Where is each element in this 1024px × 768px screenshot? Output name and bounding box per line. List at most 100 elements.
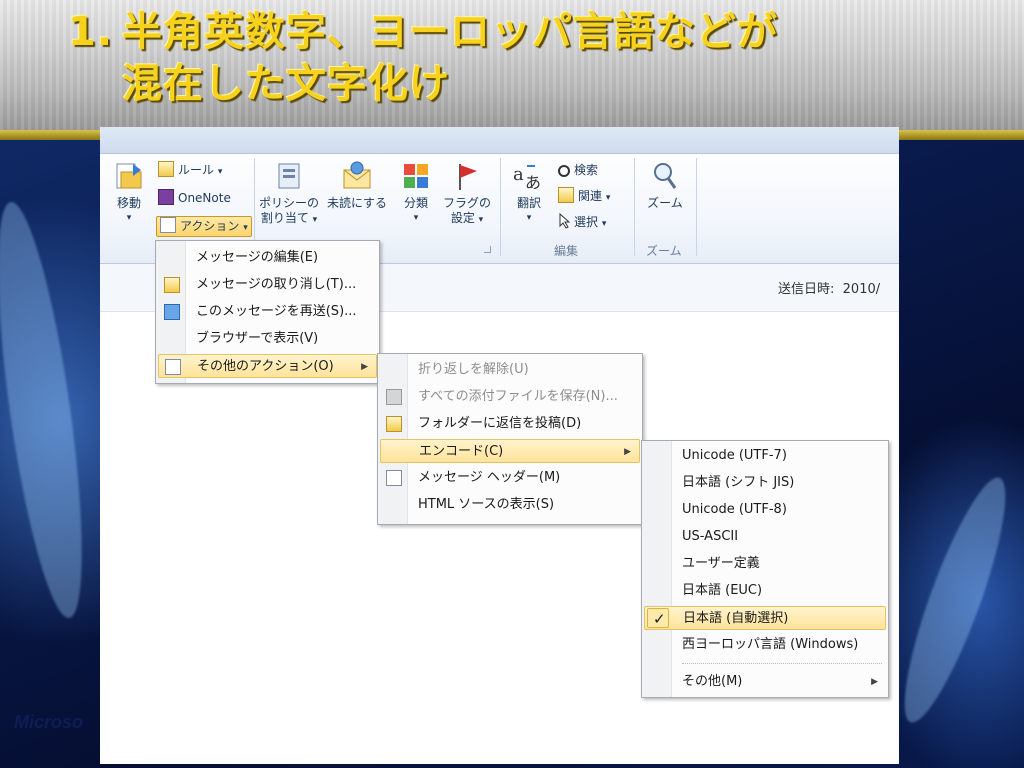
categorize-button[interactable]: 分類 ▾ (396, 160, 436, 226)
related-icon (558, 187, 574, 203)
menu-item-label: その他のアクション(O) (197, 359, 334, 374)
menu-item-label: 日本語 (シフト JIS) (682, 475, 795, 490)
svg-text:a: a (513, 164, 524, 185)
magnifier-icon (654, 163, 677, 189)
menu-item-label: エンコード(C) (419, 444, 504, 459)
sent-date: 送信日時: 2010/ (778, 278, 880, 297)
edit-group-label: 編集 (554, 244, 579, 258)
footer-text: Microso (14, 712, 84, 732)
translate-icon: a あ (513, 164, 541, 192)
translate-label: 翻訳 (516, 196, 541, 210)
chevron-down-icon: ▾ (605, 193, 611, 203)
rules-button[interactable]: ルール ▾ (158, 160, 222, 180)
related-label: 関連 (578, 189, 603, 203)
mark-unread-button[interactable]: 未読にする (320, 160, 394, 211)
other-actions-icon (165, 359, 181, 375)
menu-item-view-html-source[interactable]: HTML ソースの表示(S) (380, 493, 640, 517)
onenote-icon (158, 189, 174, 205)
svg-text:あ: あ (525, 173, 541, 192)
submenu-arrow-icon: ▶ (871, 677, 878, 687)
menu-item-label: 西ヨーロッパ言語 (Windows) (682, 637, 859, 652)
menu-item-label: メッセージ ヘッダー(M) (418, 470, 561, 485)
onenote-label: OneNote (178, 191, 231, 205)
menu-item-label: メッセージの編集(E) (196, 250, 319, 265)
flag-button[interactable]: フラグの 設定 ▾ (440, 160, 494, 228)
menu-item-label: HTML ソースの表示(S) (418, 497, 555, 512)
move-button[interactable]: 移動 ▾ (108, 160, 150, 226)
chevron-down-icon: ▾ (126, 213, 132, 223)
policy-label-2-row: 割り当て ▾ (258, 211, 320, 228)
zoom-group-label: ズーム (646, 244, 682, 258)
menu-item-label: その他(M) (682, 674, 743, 689)
post-reply-icon (386, 416, 402, 432)
policy-icon (278, 163, 300, 189)
rules-label: ルール (178, 163, 215, 177)
sent-date-value: 2010/ (842, 282, 881, 297)
actions-icon (160, 217, 176, 233)
title-line-1: 半角英数字、ヨーロッパ言語などが (122, 9, 778, 55)
dialog-launcher-icon[interactable] (484, 246, 491, 253)
submenu-arrow-icon: ▶ (624, 447, 631, 457)
menu-item-recall-message[interactable]: メッセージの取り消し(T)... (158, 273, 377, 297)
chevron-down-icon: ▾ (217, 167, 223, 177)
menu-item-view-in-browser[interactable]: ブラウザーで表示(V) (158, 327, 377, 351)
menu-item-edit-message[interactable]: メッセージの編集(E) (158, 246, 377, 270)
menu-item-post-reply[interactable]: フォルダーに返信を投稿(D) (380, 412, 640, 436)
outlook-screenshot: 移動 ▾ ルール ▾ OneNote アクション ▾ ポリシーの 割り当て ▾ (100, 127, 899, 764)
menu-item-label: Unicode (UTF-8) (682, 502, 787, 517)
zoom-button[interactable]: ズーム (638, 160, 692, 211)
find-label: 検索 (574, 163, 599, 177)
actions-menu: メッセージの編集(E) メッセージの取り消し(T)... このメッセージを再送(… (155, 240, 380, 384)
rules-icon (158, 161, 174, 177)
chevron-down-icon: ▾ (312, 215, 318, 225)
policy-label-1: ポリシーの (258, 196, 319, 210)
menu-item-us-ascii[interactable]: US-ASCII (644, 525, 886, 549)
actions-label: アクション (180, 219, 240, 233)
flag-label-2: 設定 (450, 211, 475, 225)
menu-item-utf8[interactable]: Unicode (UTF-8) (644, 498, 886, 522)
menu-item-western-european[interactable]: 西ヨーロッパ言語 (Windows) (644, 633, 886, 657)
unread-label: 未読にする (326, 196, 388, 210)
slide-title: 1. 半角英数字、ヨーロッパ言語などが 混在した文字化け (68, 6, 968, 110)
menu-item-label: メッセージの取り消し(T)... (196, 277, 357, 292)
menu-item-label: ユーザー定義 (682, 556, 760, 571)
actions-button-content[interactable]: アクション ▾ (160, 216, 248, 236)
ribbon-tabs-strip (100, 127, 899, 154)
submenu-arrow-icon: ▶ (361, 362, 368, 372)
menu-item-other-actions[interactable]: その他のアクション(O) ▶ (158, 354, 377, 378)
chevron-down-icon: ▾ (478, 215, 484, 225)
menu-item-utf7[interactable]: Unicode (UTF-7) (644, 444, 886, 468)
menu-item-auto-select[interactable]: ✓ 日本語 (自動選択) (644, 606, 886, 630)
menu-item-unwrap[interactable]: 折り返しを解除(U) (380, 358, 640, 382)
find-button[interactable]: 検索 (558, 160, 598, 180)
menu-item-label: Unicode (UTF-7) (682, 448, 787, 463)
categorize-label: 分類 (403, 196, 428, 210)
sent-date-label: 送信日時: (778, 282, 835, 297)
menu-item-shift-jis[interactable]: 日本語 (シフト JIS) (644, 471, 886, 495)
menu-item-user-defined[interactable]: ユーザー定義 (644, 552, 886, 576)
flag-label-1: フラグの (442, 196, 491, 210)
onenote-button[interactable]: OneNote (158, 188, 231, 208)
group-separator (634, 158, 635, 256)
translate-button[interactable]: a あ 翻訳 ▾ (504, 160, 554, 226)
chevron-down-icon: ▾ (601, 219, 607, 229)
select-label: 選択 (574, 215, 599, 229)
zoom-label: ズーム (647, 196, 683, 210)
menu-item-resend-message[interactable]: このメッセージを再送(S)... (158, 300, 377, 324)
assign-policy-button[interactable]: ポリシーの 割り当て ▾ (258, 160, 320, 228)
menu-item-euc[interactable]: 日本語 (EUC) (644, 579, 886, 603)
menu-item-encoding[interactable]: エンコード(C) ▶ (380, 439, 640, 463)
menu-item-more[interactable]: その他(M) ▶ (644, 670, 886, 694)
select-button[interactable]: 選択 ▾ (558, 212, 606, 232)
related-button[interactable]: 関連 ▾ (558, 186, 610, 206)
envelope-icon (343, 161, 371, 189)
paperclip-icon (386, 389, 402, 405)
menu-item-label: 日本語 (自動選択) (683, 611, 789, 626)
menu-item-message-header[interactable]: メッセージ ヘッダー(M) (380, 466, 640, 490)
menu-separator (682, 663, 882, 664)
menu-item-save-attachments[interactable]: すべての添付ファイルを保存(N)... (380, 385, 640, 409)
other-actions-menu: 折り返しを解除(U) すべての添付ファイルを保存(N)... フォルダーに返信を… (377, 353, 643, 525)
menu-item-label: ブラウザーで表示(V) (196, 331, 319, 346)
header-icon (386, 470, 402, 486)
menu-item-label: 折り返しを解除(U) (418, 362, 529, 377)
